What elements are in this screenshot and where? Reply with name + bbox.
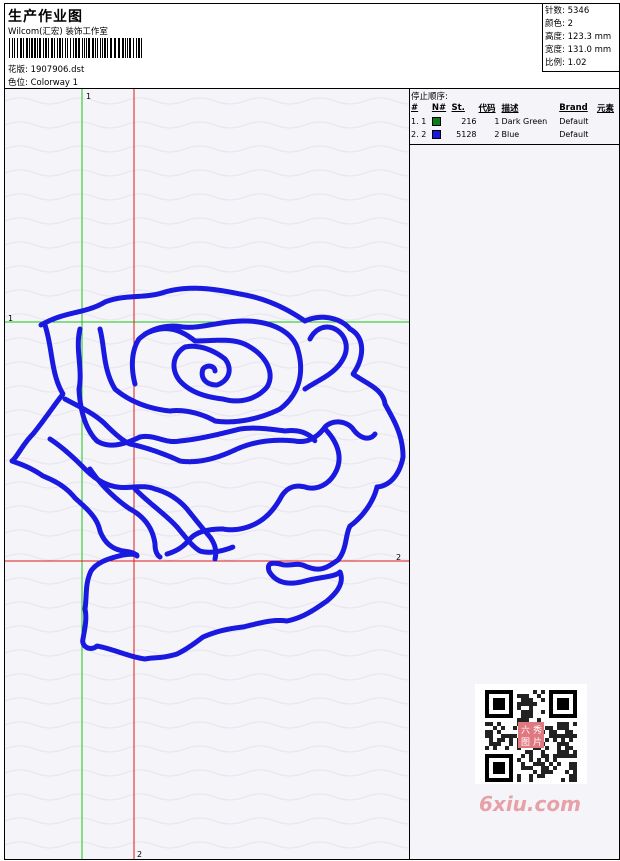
row-code: 2 [494,130,500,139]
row-index: 1. 1 [411,117,427,126]
design-stats: 针数: 5346 颜色: 2 高度: 123.3 mm 宽度: 131.0 mm… [542,4,619,72]
table-row: 2. 2 5128 2 Blue Default [410,128,619,141]
red-h-label: 2 [396,553,401,562]
stat-stitches: 针数: 5346 [545,6,590,16]
table-header-row: # N# St. 代码 描述 Brand 元素 [410,101,619,115]
col-code: 代码 [478,104,496,114]
studio-subtitle: Wilcom(汇宏) 装饰工作室 [8,27,108,37]
stamp-char: 片 [533,736,542,748]
row-color [431,128,451,141]
col-index: # [411,103,419,113]
sheet-title: 生产作业图 [8,9,83,25]
row-brand: Default [559,117,589,126]
col-stitches: St. [451,103,465,113]
stamp-char: 秀 [533,724,542,736]
row-description: Blue [501,130,520,139]
col-needle: N# [431,103,447,113]
row-index: 2. 2 [411,130,427,139]
row-stitches: 5128 [456,130,477,139]
color-swatch [431,130,441,139]
stamp-char: 六 [521,724,530,736]
design-canvas: 1 1 2 2 [5,89,410,859]
stat-colors: 颜色: 2 [545,19,574,29]
row-brand: Default [559,130,589,139]
colorway-label: 色位: Colorway 1 [8,78,79,88]
stat-width: 宽度: 131.0 mm [545,45,612,55]
qr-code: 六秀图片 [475,684,587,784]
production-sheet: 生产作业图 Wilcom(汇宏) 装饰工作室 花版: 1907906.dst 色… [4,3,620,860]
red-v-label: 2 [137,850,142,859]
stat-scale: 比例: 1.02 [545,58,587,68]
rose-embroidery-preview: 1 1 2 2 [5,89,409,859]
col-description: 描述 [501,104,519,114]
green-v-label: 1 [86,92,91,101]
panel-divider [410,144,619,145]
row-code: 1 [494,117,500,126]
col-element: 元素 [596,104,614,114]
row-description: Dark Green [501,117,548,126]
watermark-text: 6xiu.com [479,792,581,816]
col-brand: Brand [559,103,588,113]
stop-sequence-table: # N# St. 代码 描述 Brand 元素 1. 1 216 1 Dark Gre… [410,101,619,141]
sheet-header: 生产作业图 Wilcom(汇宏) 装饰工作室 花版: 1907906.dst 色… [5,4,619,89]
design-file-name: 花版: 1907906.dst [8,65,85,75]
stat-height: 高度: 123.3 mm [545,32,612,42]
stamp-char: 图 [521,737,530,748]
barcode [9,38,142,58]
color-swatch [431,117,441,126]
row-color [431,115,451,128]
row-element [596,115,619,128]
row-element [596,128,619,141]
green-h-label: 1 [8,314,13,323]
table-row: 1. 1 216 1 Dark Green Default [410,115,619,128]
row-stitches: 216 [461,117,477,126]
